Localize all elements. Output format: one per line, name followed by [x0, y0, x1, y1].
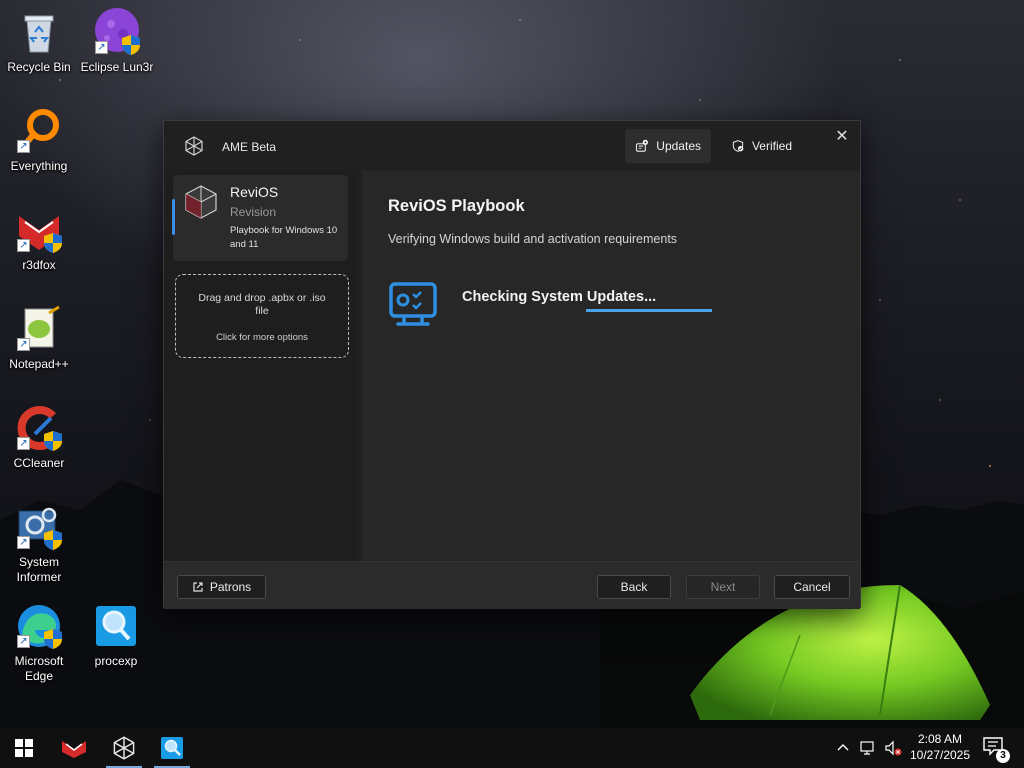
uac-shield-icon [44, 530, 62, 550]
dialog-footer: Patrons Back Next Cancel [164, 561, 860, 609]
chevron-up-icon [837, 744, 849, 751]
desktop-icon-recycle-bin[interactable]: Recycle Bin [1, 8, 77, 75]
updates-label: Updates [656, 139, 701, 153]
ame-logo-icon [185, 136, 203, 156]
taskbar-procexp[interactable] [150, 728, 194, 768]
ame-wizard-dialog: AME Beta Updates Verified ✕ ReviOS Revis… [163, 120, 861, 609]
eclipse-lun3r-icon: ↗ [93, 8, 141, 56]
ccleaner-icon: ↗ [15, 404, 63, 452]
playbook-name: ReviOS [230, 184, 279, 200]
dialog-title-bar: AME Beta Updates Verified ✕ [164, 121, 860, 171]
shortcut-arrow-icon: ↗ [95, 41, 108, 54]
revios-cube-icon [185, 185, 217, 219]
patrons-label: Patrons [209, 580, 252, 594]
verified-shield-icon [732, 140, 744, 152]
main-panel: ReviOS Playbook Verifying Windows build … [362, 171, 860, 561]
app-title: AME Beta [222, 140, 277, 154]
playbook-sidebar: ReviOS Revision Playbook for Windows 10 … [164, 171, 356, 561]
progress-fill [586, 309, 712, 312]
page-subtitle: Verifying Windows build and activation r… [388, 232, 678, 246]
r3dfox-browser-icon: ↗ [15, 206, 63, 254]
desktop-icon-procexp[interactable]: procexp [78, 602, 154, 669]
desktop-icon-everything[interactable]: ↗ Everything [1, 107, 77, 174]
process-explorer-icon [92, 602, 140, 650]
shortcut-arrow-icon: ↗ [17, 140, 30, 153]
playbook-revision: Revision [230, 205, 277, 219]
clock-date: 10/27/2025 [909, 748, 971, 762]
verified-label: Verified [751, 139, 792, 153]
cancel-button[interactable]: Cancel [774, 575, 850, 599]
monitor-checklist-icon [389, 282, 437, 326]
clock-time: 2:08 AM [917, 732, 963, 746]
desktop-icon-ccleaner[interactable]: ↗ CCleaner [1, 404, 77, 471]
taskbar-ame-wizard[interactable] [102, 728, 146, 768]
shortcut-arrow-icon: ↗ [17, 437, 30, 450]
taskbar-r3dfox[interactable] [52, 728, 96, 768]
shortcut-arrow-icon: ↗ [17, 239, 30, 252]
everything-search-icon: ↗ [15, 107, 63, 155]
notification-count-badge: 3 [996, 749, 1010, 763]
microsoft-edge-icon: ↗ [15, 602, 63, 650]
back-button[interactable]: Back [597, 575, 671, 599]
show-hidden-icons-button[interactable] [836, 728, 850, 768]
taskbar-clock[interactable]: 2:08 AM 10/27/2025 [902, 731, 978, 763]
volume-button[interactable] [884, 728, 902, 768]
desktop-icon-r3dfox[interactable]: ↗ r3dfox [1, 206, 77, 273]
desktop-icon-system-informer[interactable]: ↗ System Informer [1, 503, 77, 585]
notepad-plus-plus-icon: ↗ [15, 305, 63, 353]
ame-wizard-icon [113, 736, 135, 760]
shortcut-arrow-icon: ↗ [17, 635, 30, 648]
playbook-card-revios[interactable]: ReviOS Revision Playbook for Windows 10 … [172, 175, 348, 261]
dropzone-main-text: Drag and drop .apbx or .iso file [198, 292, 326, 317]
selected-indicator [172, 199, 175, 235]
progress-bar [586, 309, 712, 312]
windows-logo-icon [15, 739, 33, 757]
playbook-description: Playbook for Windows 10 and 11 [230, 225, 338, 250]
close-icon[interactable]: ✕ [832, 127, 852, 147]
recycle-bin-icon [15, 8, 63, 56]
desktop-icon-notepad-plus-plus[interactable]: ↗ Notepad++ [1, 305, 77, 372]
uac-shield-icon [44, 233, 62, 253]
dropzone-options-text: Click for more options [216, 332, 308, 343]
volume-muted-icon [885, 740, 902, 756]
uac-shield-icon [44, 629, 62, 649]
taskbar: 2:08 AM 10/27/2025 3 [0, 728, 1024, 768]
network-icon [860, 741, 874, 755]
external-link-icon [193, 582, 203, 592]
updates-icon [635, 139, 648, 152]
notification-center-button[interactable]: 3 [982, 736, 1010, 763]
uac-shield-icon [122, 35, 140, 55]
patrons-button[interactable]: Patrons [177, 575, 266, 599]
start-button[interactable] [2, 728, 46, 768]
process-explorer-icon [161, 737, 183, 759]
next-button[interactable]: Next [686, 575, 760, 599]
network-button[interactable] [860, 728, 878, 768]
desktop-icon-microsoft-edge[interactable]: ↗ Microsoft Edge [1, 602, 77, 684]
shortcut-arrow-icon: ↗ [17, 338, 30, 351]
system-informer-icon: ↗ [15, 503, 63, 551]
page-title: ReviOS Playbook [388, 197, 525, 215]
uac-shield-icon [44, 431, 62, 451]
status-text: Checking System Updates... [462, 289, 657, 305]
updates-button[interactable]: Updates [625, 129, 711, 163]
desktop-icon-eclipse-lun3r[interactable]: ↗ Eclipse Lun3r [79, 8, 155, 75]
shortcut-arrow-icon: ↗ [17, 536, 30, 549]
r3dfox-browser-icon [62, 741, 86, 758]
playbook-dropzone[interactable]: Drag and drop .apbx or .iso file Click f… [175, 274, 349, 358]
verified-button[interactable]: Verified [722, 129, 802, 163]
